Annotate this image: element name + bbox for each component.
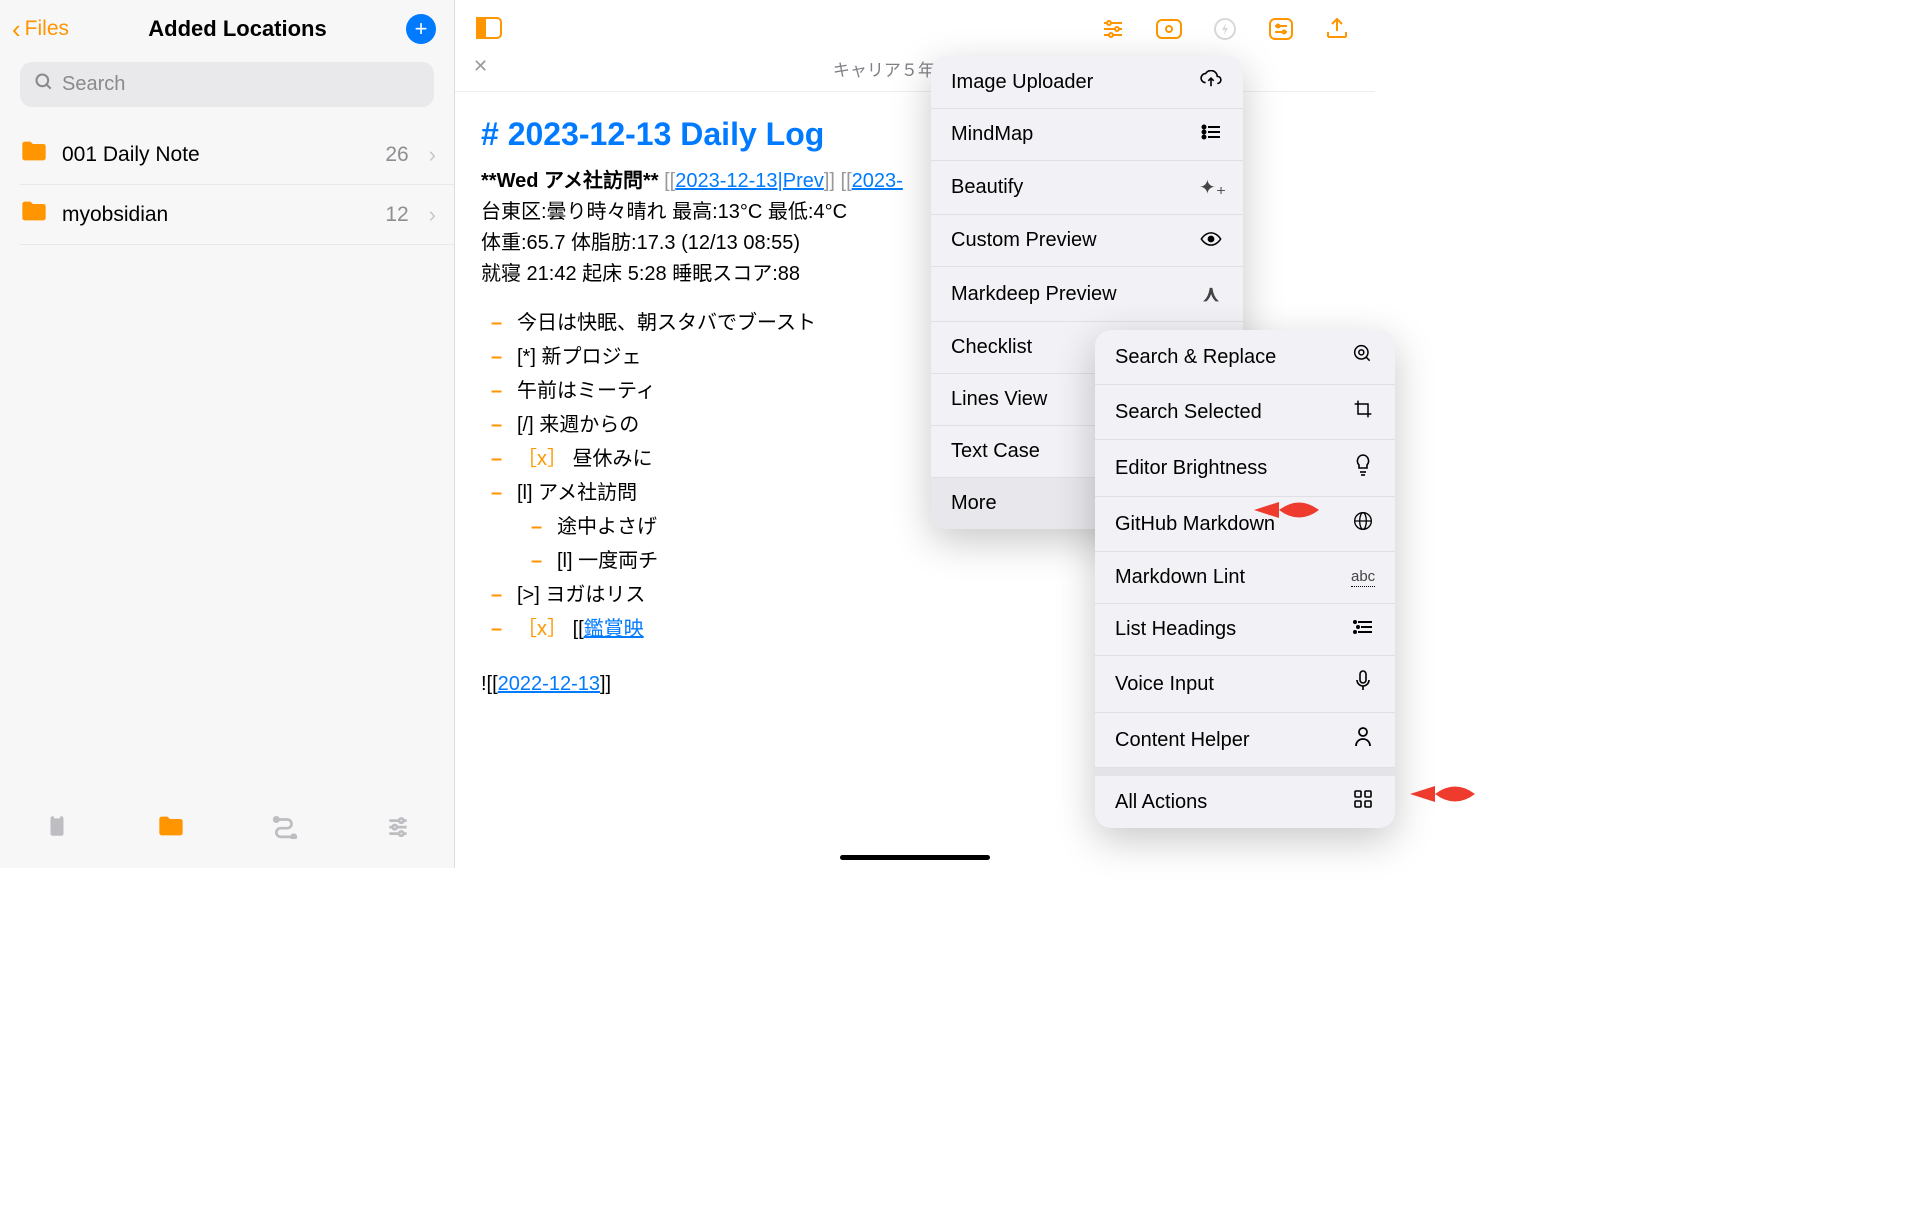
menu-search-replace[interactable]: Search & Replace [1095,330,1395,385]
bolt-icon[interactable] [1211,15,1239,43]
lambda-icon: ⋏ [1199,281,1223,307]
folder-count: 12 [385,203,408,227]
plus-icon: + [415,18,428,40]
folder-item[interactable]: 001 Daily Note 26 › [20,125,454,185]
bulb-icon [1351,454,1375,482]
menu-content-helper[interactable]: Content Helper [1095,713,1395,768]
search-input[interactable] [62,73,420,96]
folder-icon [20,199,48,230]
prev-link[interactable]: 2023-12-13|Prev [675,170,824,192]
search-box[interactable] [20,62,434,107]
crop-icon [1351,399,1375,425]
sparkle-icon: ✦₊ [1199,175,1223,200]
list-indent-icon [1351,618,1375,641]
menu-mindmap[interactable]: MindMap [931,109,1243,161]
menu-custom-preview[interactable]: Custom Preview [931,215,1243,267]
chevron-right-icon: › [429,142,436,168]
mic-icon [1351,670,1375,698]
folder-item[interactable]: myobsidian 12 › [20,185,454,245]
folder-icon [20,139,48,170]
export-icon[interactable] [1323,15,1351,43]
tab-files[interactable] [157,814,185,845]
menu-markdeep-preview[interactable]: Markdeep Preview⋏ [931,267,1243,322]
folder-list: 001 Daily Note 26 › myobsidian 12 › [0,125,454,245]
sidebar-toggle-icon[interactable] [475,14,503,42]
menu-image-uploader[interactable]: Image Uploader [931,56,1243,109]
annotation-arrow [1249,490,1319,530]
abc-icon: abc [1351,568,1375,587]
person-icon [1351,727,1375,753]
next-link[interactable]: 2023- [852,170,903,192]
menu-list-headings[interactable]: List Headings [1095,604,1395,656]
preview-icon[interactable] [1155,15,1183,43]
list-tree-icon [1199,123,1223,146]
add-location-button[interactable]: + [406,14,436,44]
embed-link[interactable]: 2022-12-13 [498,673,600,695]
close-icon[interactable]: ✕ [473,56,488,77]
globe-icon [1351,511,1375,537]
grid-icon [1351,790,1375,814]
menu-beautify[interactable]: Beautify✦₊ [931,161,1243,215]
bottom-tabs [0,799,454,868]
main-editor: ✕ キャリア５年計画.md # 2023-12-13 Daily Log **W… [455,0,1375,868]
home-indicator [840,855,990,860]
menu-editor-brightness[interactable]: Editor Brightness [1095,440,1395,497]
folder-count: 26 [385,143,408,167]
search-icon [34,72,54,97]
menu-github-markdown[interactable]: GitHub Markdown [1095,497,1395,552]
folder-name: myobsidian [62,203,371,227]
tab-clipboard[interactable] [44,813,70,846]
menu-all-actions[interactable]: All Actions [1095,768,1395,828]
folder-name: 001 Daily Note [62,143,371,167]
sliders-icon[interactable] [1099,15,1127,43]
search-at-icon [1351,344,1375,370]
tab-settings[interactable] [385,813,411,846]
menu-voice-input[interactable]: Voice Input [1095,656,1395,713]
cloud-up-icon [1199,70,1223,94]
menu-markdown-lint[interactable]: Markdown Lintabc [1095,552,1395,604]
back-label: Files [25,17,69,41]
back-button[interactable]: ‹ Files [12,16,69,42]
sidebar-title: Added Locations [148,16,326,42]
chevron-right-icon: › [429,202,436,228]
annotation-arrow [1405,774,1475,814]
options-icon[interactable] [1267,15,1295,43]
movie-link[interactable]: 鑑賞映 [584,618,644,640]
tab-path[interactable] [272,813,298,846]
sidebar: ‹ Files Added Locations + 001 Daily Note… [0,0,455,868]
more-submenu: Search & Replace Search Selected Editor … [1095,330,1395,828]
chevron-left-icon: ‹ [12,16,21,42]
menu-search-selected[interactable]: Search Selected [1095,385,1395,440]
eye-icon [1199,229,1223,252]
